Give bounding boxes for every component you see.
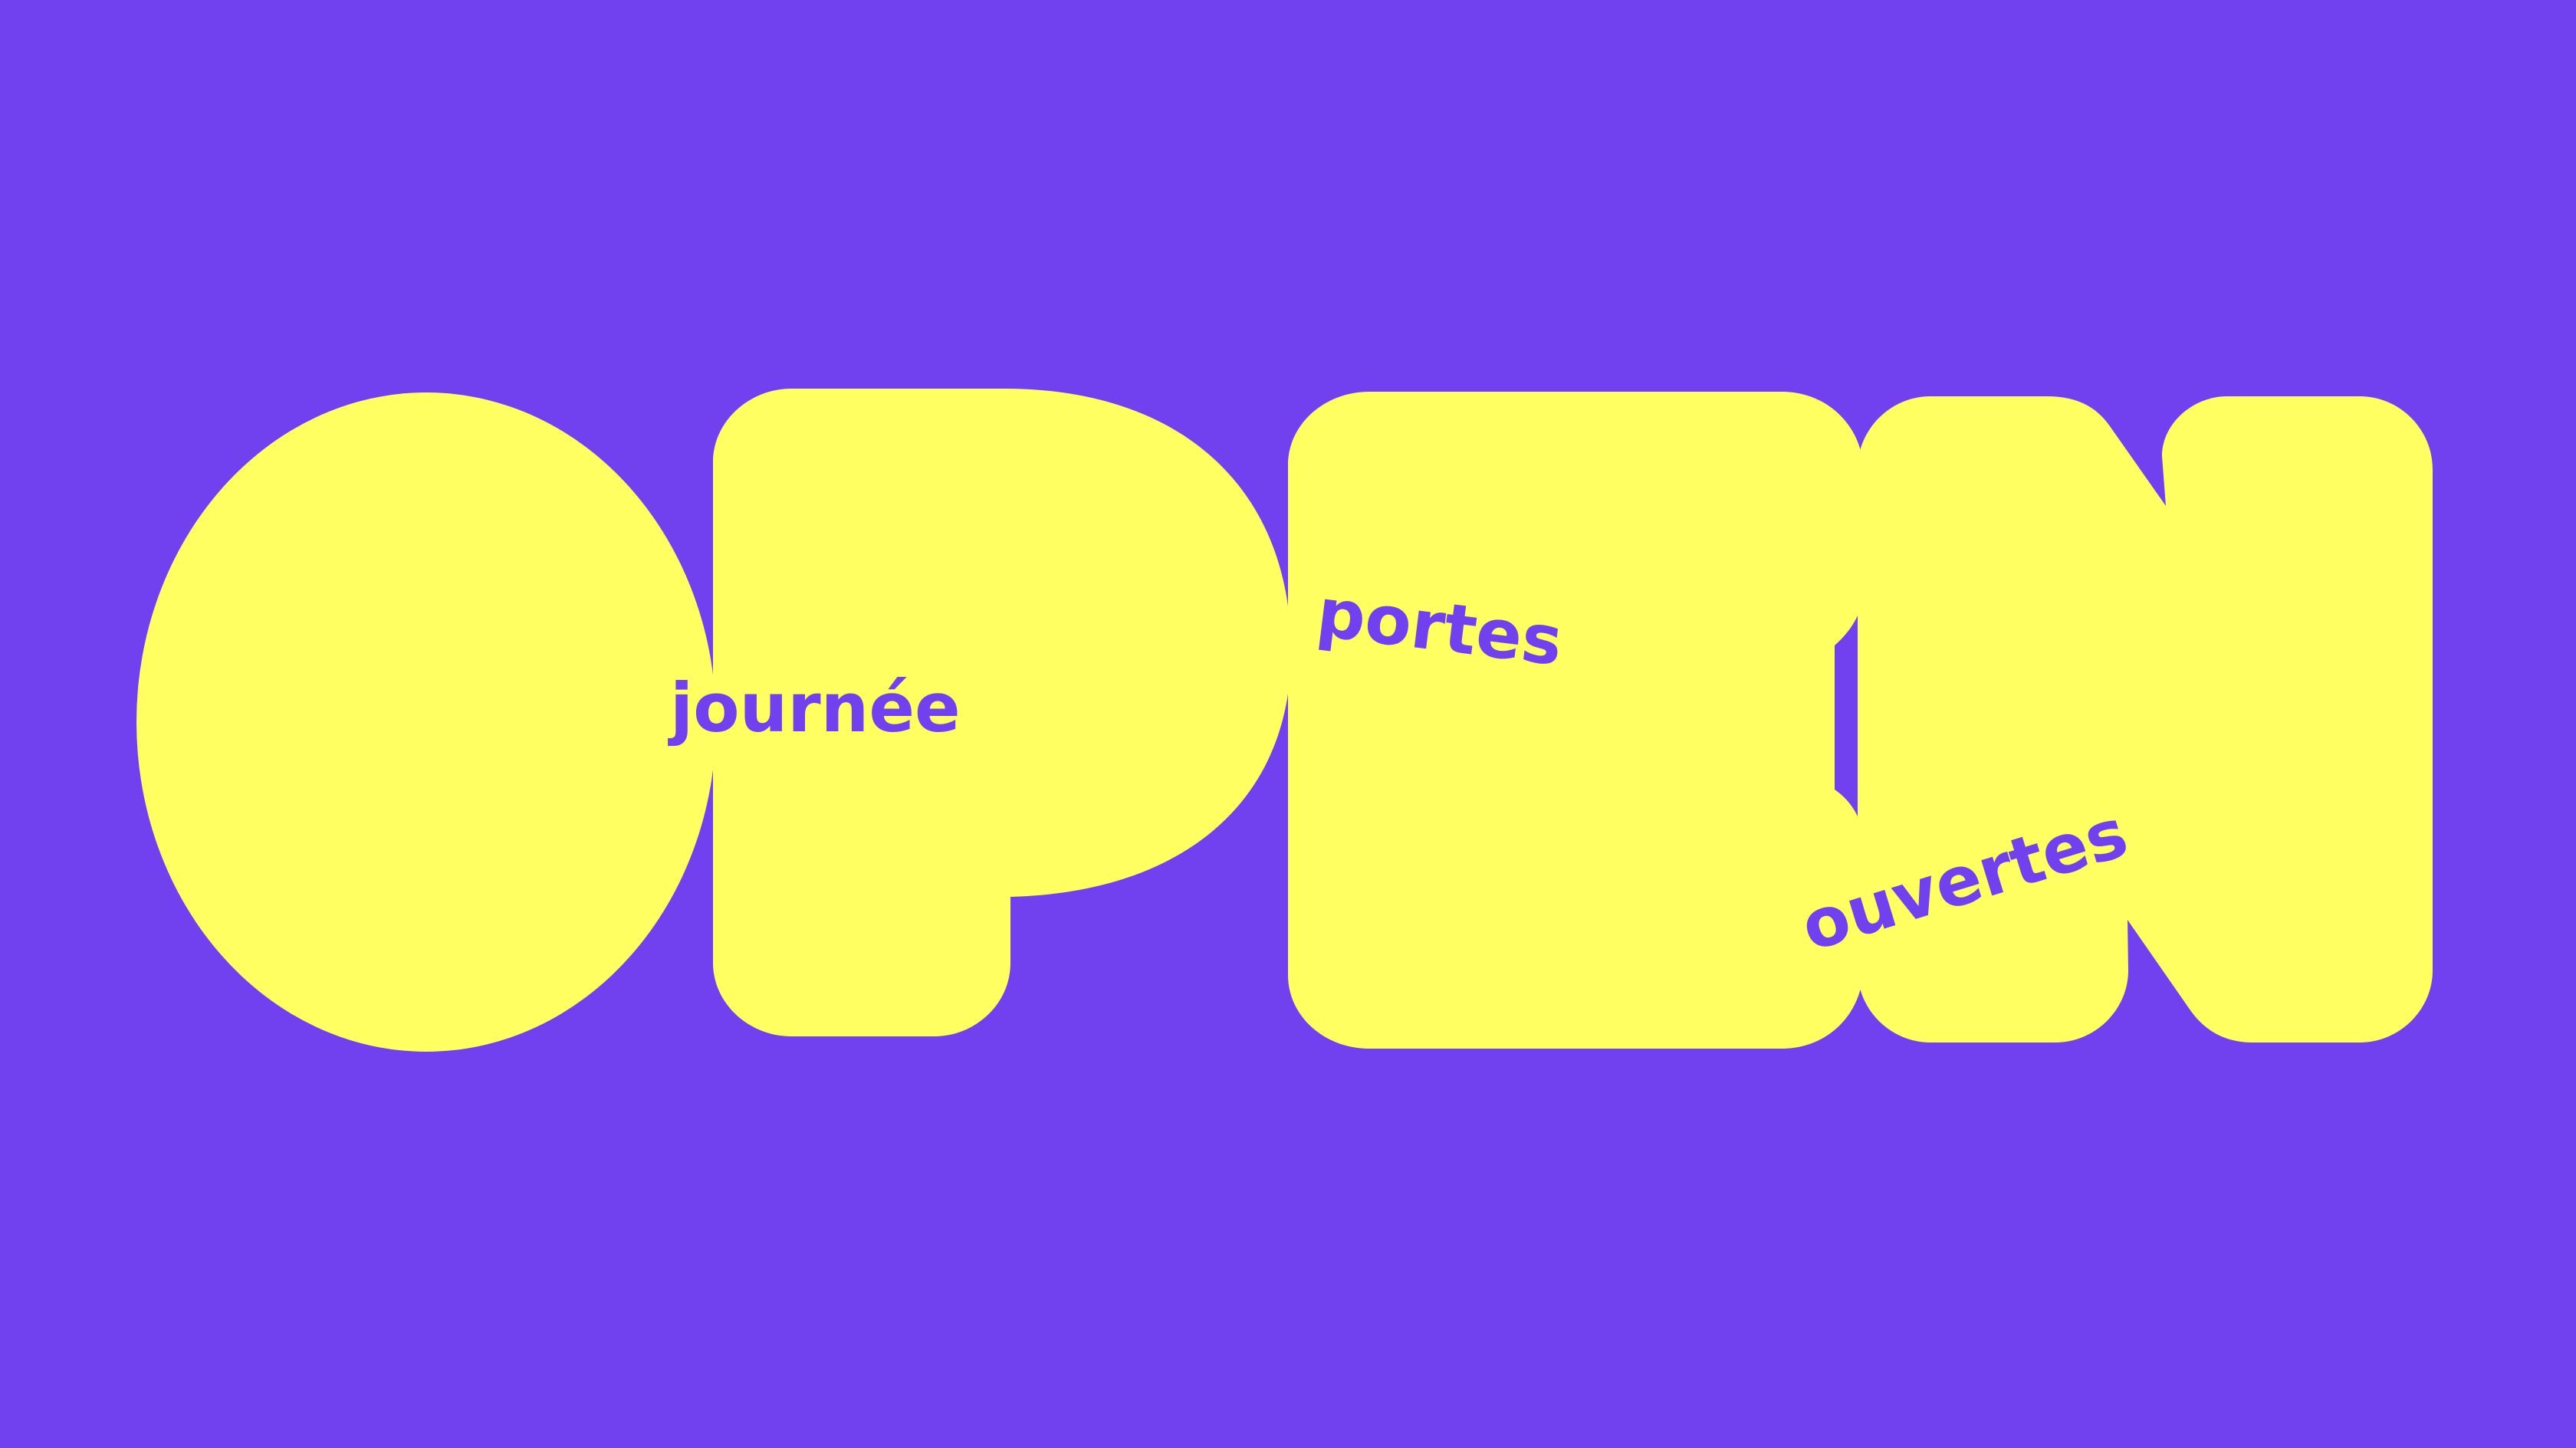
letter-e: [1288, 392, 1863, 1049]
word-journee: journée: [670, 668, 961, 747]
open-lettering: [136, 389, 2433, 1052]
letter-n: [1858, 396, 2433, 1042]
letter-o: [136, 392, 716, 1052]
